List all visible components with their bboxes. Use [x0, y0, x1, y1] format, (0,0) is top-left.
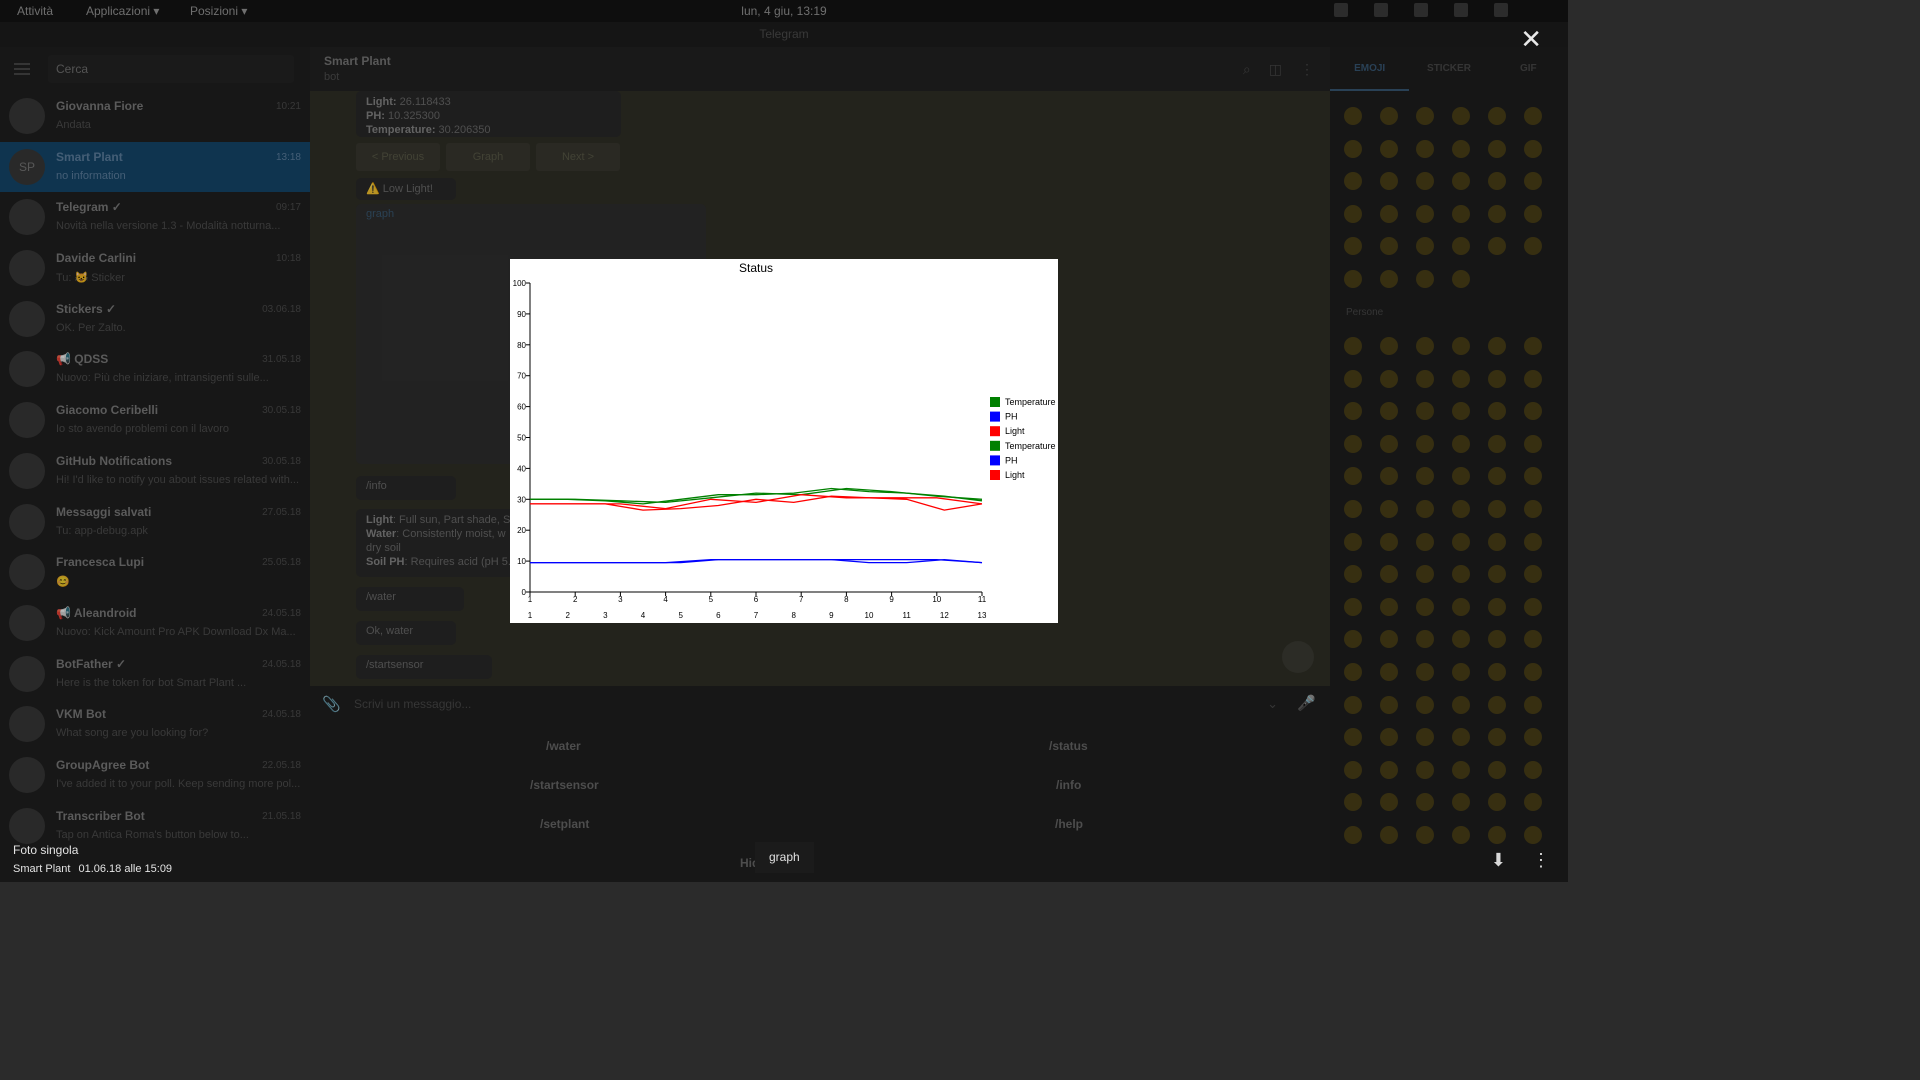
x-tick-label: 4	[663, 595, 668, 604]
y-tick-label: 40	[517, 464, 526, 473]
x2-tick-label: 11	[903, 611, 912, 620]
legend-swatch	[990, 455, 1000, 466]
more-options-icon[interactable]: ⋮	[1532, 850, 1550, 871]
photo-viewer-overlay[interactable]: ✕ Status 0 10 20 30 40 50 60 70 80 90 100 1 2 3 4 5 6 7 8 9 1…	[0, 0, 1568, 882]
chart-title: Status	[739, 261, 773, 275]
legend-label: Temperature	[1005, 397, 1056, 407]
x2-tick-label: 7	[754, 611, 759, 620]
x2-tick-label: 3	[603, 611, 608, 620]
y-tick-label: 100	[513, 279, 527, 288]
legend-label: PH	[1005, 455, 1018, 465]
x2-tick-label: 5	[678, 611, 683, 620]
viewer-tools: ⬇ ⋮	[1491, 850, 1550, 871]
x-tick-label: 10	[932, 595, 941, 604]
status-chart: Status01020304050607080901001 2 3 4 5 6 7 8 9 10 1…	[513, 261, 1056, 620]
x2-tick-label: 10	[865, 611, 874, 620]
legend-label: PH	[1005, 412, 1018, 422]
x-tick-label: 2	[573, 595, 578, 604]
legend-label: Temperature	[1005, 441, 1056, 451]
x2-tick-label: 13	[978, 611, 987, 620]
photo-info-title: Foto singola	[13, 843, 79, 857]
y-tick-label: 50	[517, 434, 526, 443]
photo-info-meta: Smart Plant 01.06.18 alle 15:09	[13, 863, 172, 875]
y-tick-label: 60	[517, 403, 526, 412]
x2-tick-label: 2	[565, 611, 570, 620]
legend-swatch	[990, 440, 1000, 451]
y-tick-label: 0	[522, 588, 527, 597]
x-tick-label: 7	[799, 595, 804, 604]
y-tick-label: 70	[517, 372, 526, 381]
x-tick-label: 6	[754, 595, 759, 604]
legend-swatch	[990, 397, 1000, 407]
y-tick-label: 30	[517, 495, 526, 504]
x-tick-label: 3	[618, 595, 623, 604]
x-tick-label: 5	[709, 595, 714, 604]
y-tick-label: 10	[517, 557, 526, 566]
photo-info: Foto singola Smart Plant 01.06.18 alle 15…	[13, 843, 172, 875]
download-icon[interactable]: ⬇	[1491, 850, 1506, 871]
y-tick-label: 80	[517, 341, 526, 350]
x2-tick-label: 6	[716, 611, 721, 620]
photo-caption: graph	[755, 842, 814, 873]
legend-label: Light	[1005, 470, 1025, 480]
x-tick-label: 11	[978, 595, 987, 604]
x2-tick-label: 9	[829, 611, 834, 620]
legend-swatch	[990, 426, 1000, 437]
photo-sender[interactable]: Smart Plant	[13, 863, 70, 875]
legend-swatch	[990, 470, 1000, 480]
legend-label: Light	[1005, 426, 1025, 436]
legend-swatch	[990, 411, 1000, 422]
x2-tick-label: 1	[528, 611, 533, 620]
x-tick-label: 9	[889, 595, 894, 604]
x-tick-label: 8	[844, 595, 849, 604]
x2-tick-label: 4	[641, 611, 646, 620]
x2-tick-label: 8	[791, 611, 796, 620]
x2-tick-label: 12	[940, 611, 949, 620]
close-icon[interactable]: ✕	[1520, 24, 1542, 55]
photo-date[interactable]: 01.06.18 alle 15:09	[78, 863, 172, 875]
y-tick-label: 90	[517, 310, 526, 319]
x-tick-label: 1	[528, 595, 533, 604]
graph-photo: Status 0 10 20 30 40 50 60 70 80 90 100 1 2 3 4 5 6 7 8 9 10 1…	[510, 259, 1058, 623]
y-tick-label: 20	[517, 526, 526, 535]
